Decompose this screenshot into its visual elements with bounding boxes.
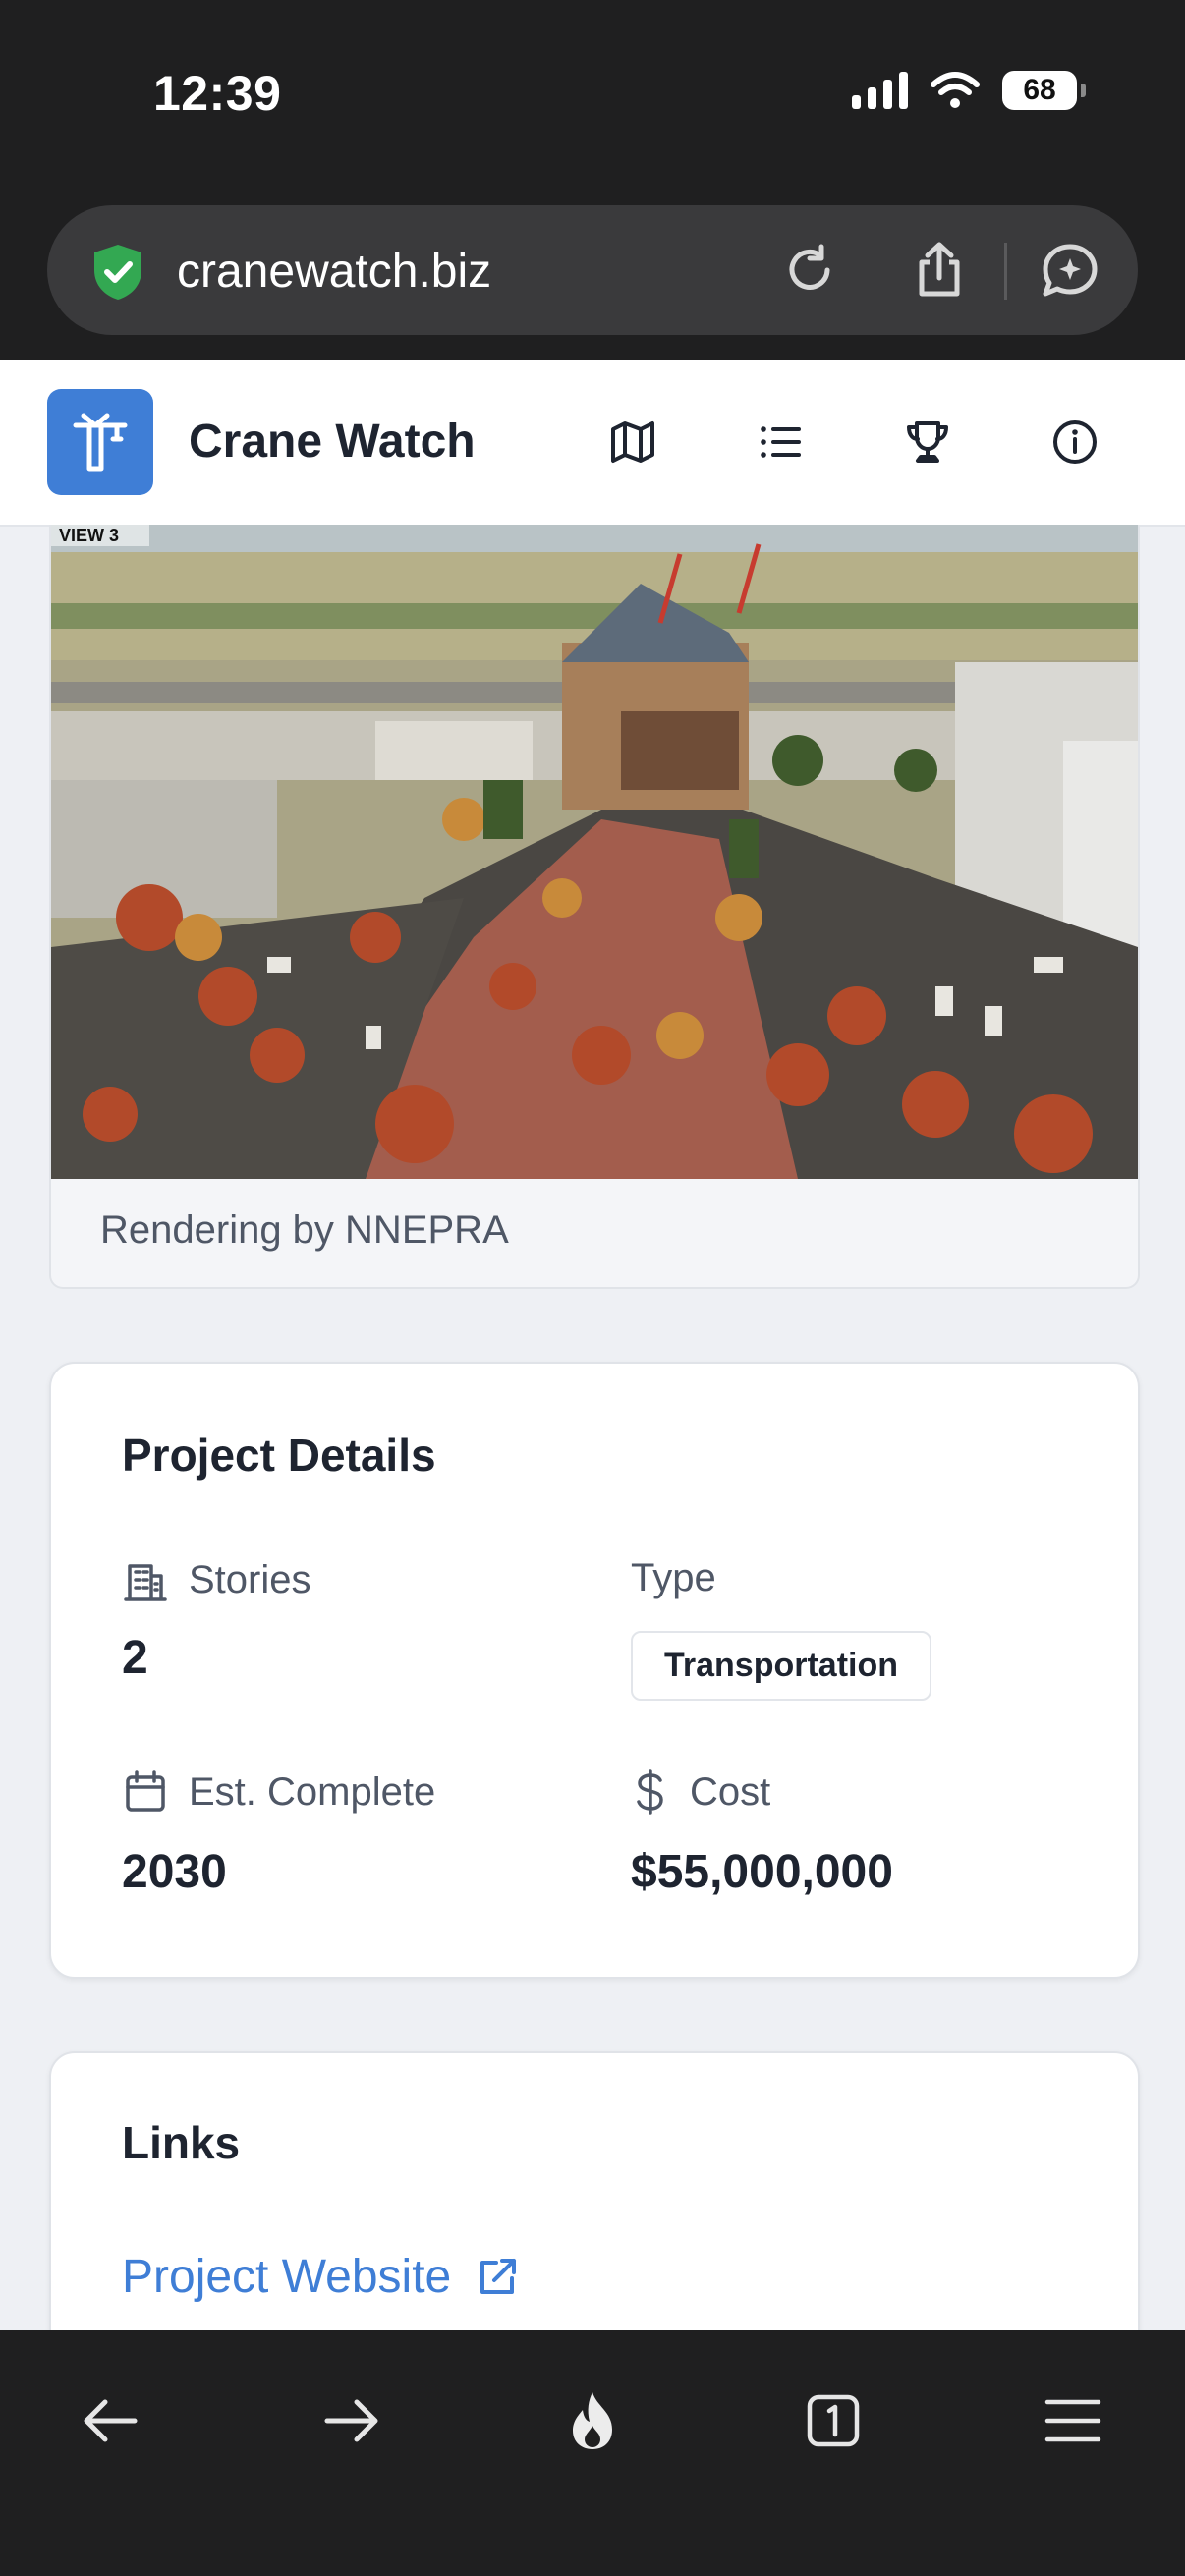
app-title[interactable]: Crane Watch <box>189 415 476 469</box>
stories-label: Stories <box>189 1557 311 1601</box>
project-details-card: Project Details Stories 2 Type Transport… <box>49 1362 1140 1979</box>
stories-label-row: Stories <box>122 1556 311 1603</box>
view-label: VIEW 3 <box>59 526 119 545</box>
trophy-icon[interactable] <box>898 413 957 472</box>
type-label: Type <box>631 1556 716 1599</box>
type-label-row: Type <box>631 1556 716 1600</box>
links-title: Links <box>122 2117 241 2168</box>
cost-label: Cost <box>690 1769 771 1814</box>
back-icon[interactable] <box>71 2381 149 2460</box>
browser-bottom-bar <box>0 2330 1185 2576</box>
app-header: Crane Watch <box>0 360 1185 527</box>
project-rendering-image: VIEW 3 <box>51 525 1138 1179</box>
complete-value: 2030 <box>122 1846 227 1898</box>
battery-icon: 68 <box>1002 71 1086 110</box>
ai-chat-icon[interactable] <box>1038 239 1102 304</box>
cellular-signal-icon <box>852 72 908 109</box>
wifi-icon <box>931 72 980 108</box>
calendar-icon <box>126 1770 165 1812</box>
shield-check-icon <box>94 245 141 300</box>
list-icon[interactable] <box>751 413 810 472</box>
reload-icon[interactable] <box>778 239 841 302</box>
battery-level: 68 <box>1023 74 1056 106</box>
forward-icon[interactable] <box>312 2381 391 2460</box>
project-website-label[interactable]: Project Website <box>122 2250 451 2304</box>
url-text[interactable]: cranewatch.biz <box>177 245 491 299</box>
project-rendering-card: VIEW 3 Rendering by NNEPRA <box>49 525 1140 1289</box>
map-icon[interactable] <box>603 413 662 472</box>
project-website-link[interactable]: Project Website <box>122 2250 520 2304</box>
address-bar[interactable]: cranewatch.biz <box>47 205 1138 335</box>
tabs-icon[interactable] <box>794 2381 873 2460</box>
address-bar-divider <box>1004 243 1007 300</box>
cost-value: $55,000,000 <box>631 1846 893 1898</box>
stories-value: 2 <box>122 1632 148 1684</box>
share-icon[interactable] <box>908 239 971 302</box>
external-link-icon[interactable] <box>475 2255 520 2300</box>
browser-top-bar: 12:39 68 cranewatch.biz <box>0 0 1185 360</box>
flame-icon[interactable] <box>553 2381 632 2460</box>
status-time: 12:39 <box>153 66 282 121</box>
status-icons: 68 <box>852 71 1086 110</box>
cost-label-row: Cost <box>631 1768 770 1816</box>
rendering-caption: Rendering by NNEPRA <box>100 1208 509 1252</box>
complete-label-row: Est. Complete <box>122 1768 435 1816</box>
crane-logo-icon[interactable] <box>47 389 153 495</box>
menu-icon[interactable] <box>1034 2381 1112 2460</box>
info-icon[interactable] <box>1045 413 1104 472</box>
complete-label: Est. Complete <box>189 1769 436 1814</box>
type-badge: Transportation <box>631 1631 932 1701</box>
dollar-icon <box>637 1769 663 1815</box>
project-details-title: Project Details <box>122 1429 436 1481</box>
building-icon <box>124 1564 167 1601</box>
